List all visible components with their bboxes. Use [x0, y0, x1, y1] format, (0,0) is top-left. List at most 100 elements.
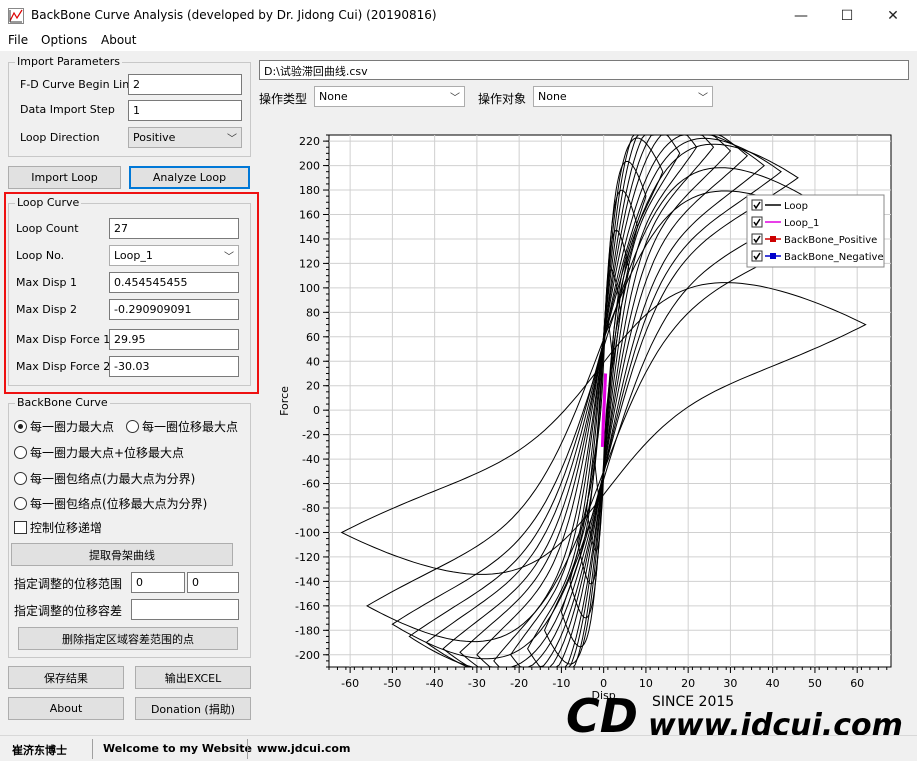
radio-envelope-disp[interactable]: 每一圈包络点(位移最大点为分界): [14, 495, 207, 512]
y-tick-label: 40: [306, 355, 320, 368]
y-tick-label: -200: [295, 649, 320, 662]
y-tick-label: 140: [299, 233, 320, 246]
disp-increase-checkbox[interactable]: 控制位移递增: [14, 519, 102, 536]
chevron-down-icon: ﹀: [224, 252, 234, 263]
radio-envelope-force[interactable]: 每一圈包络点(力最大点为分界): [14, 470, 195, 487]
legend-checkbox[interactable]: [751, 216, 763, 228]
analyze-loop-button[interactable]: Analyze Loop: [129, 166, 250, 189]
tolerance-label: 指定调整的位移容差: [14, 604, 123, 618]
y-tick-label: 200: [299, 160, 320, 173]
chevron-down-icon: ﹀: [698, 93, 708, 104]
radio-dot: [14, 497, 27, 510]
export-excel-button[interactable]: 输出EXCEL: [135, 666, 251, 689]
radio-force-disp-max[interactable]: 每一圈力最大点+位移最大点: [14, 444, 184, 461]
x-tick-label: -50: [383, 677, 401, 690]
legend-checkbox[interactable]: [751, 250, 763, 262]
range-label: 指定调整的位移范围: [14, 577, 123, 591]
status-bar: 崔济东博士 Welcome to my Website www.jdcui.co…: [0, 735, 917, 761]
delete-points-button[interactable]: 删除指定区域容差范围的点: [18, 627, 238, 650]
y-tick-label: 60: [306, 331, 320, 344]
radio-dot: [14, 472, 27, 485]
loop-direction-label: Loop Direction: [20, 131, 100, 144]
legend-label: Loop_1: [784, 218, 819, 229]
loop-direction-select[interactable]: Positive ﹀: [128, 127, 242, 148]
status-welcome: Welcome to my Website: [103, 742, 253, 755]
radio-label: 每一圈包络点(力最大点为分界): [30, 472, 196, 486]
radio-dot: [14, 446, 27, 459]
legend-marker: [770, 253, 776, 259]
import-step-input[interactable]: 1: [128, 100, 242, 121]
max-force1-field[interactable]: 29.95: [109, 329, 239, 350]
op-type-select[interactable]: None ﹀: [314, 86, 465, 107]
maximize-button[interactable]: ☐: [824, 0, 870, 31]
y-axis-label: Force: [278, 386, 291, 416]
y-tick-label: 100: [299, 282, 320, 295]
about-button[interactable]: About: [8, 697, 124, 720]
y-tick-label: -60: [302, 478, 320, 491]
import-parameters-title: Import Parameters: [15, 55, 122, 68]
y-tick-label: 120: [299, 257, 320, 270]
menu-options[interactable]: Options: [41, 33, 87, 47]
range-to-input[interactable]: 0: [187, 572, 239, 593]
legend-label: Loop: [784, 201, 808, 212]
max-force2-label: Max Disp Force 2: [16, 360, 111, 373]
max-disp2-label: Max Disp 2: [16, 303, 77, 316]
x-tick-label: -20: [510, 677, 528, 690]
extract-backbone-button[interactable]: 提取骨架曲线: [11, 543, 233, 566]
legend-label: BackBone_Positive: [784, 235, 877, 246]
radio-dot: [126, 420, 139, 433]
radio-label: 每一圈力最大点: [30, 420, 115, 434]
import-loop-button[interactable]: Import Loop: [8, 166, 121, 189]
logo-text: CD: [566, 689, 638, 740]
y-tick-label: 20: [306, 380, 320, 393]
op-target-label: 操作对象: [478, 92, 527, 106]
chevron-down-icon: ﹀: [450, 93, 460, 104]
radio-label: 每一圈力最大点+位移最大点: [30, 446, 185, 460]
max-disp2-field[interactable]: -0.290909091: [109, 299, 239, 320]
legend-label: BackBone_Negative: [784, 252, 884, 263]
status-author: 崔济东博士: [12, 744, 67, 757]
begin-line-input[interactable]: 2: [128, 74, 242, 95]
donation-button[interactable]: Donation (捐助): [135, 697, 251, 720]
import-step-label: Data Import Step: [20, 103, 115, 116]
loop-count-field[interactable]: 27: [109, 218, 239, 239]
op-type-label: 操作类型: [259, 92, 308, 106]
max-disp1-label: Max Disp 1: [16, 276, 77, 289]
tolerance-input[interactable]: [131, 599, 239, 620]
y-tick-label: -160: [295, 600, 320, 613]
radio-force-max[interactable]: 每一圈力最大点: [14, 418, 114, 435]
y-tick-label: -100: [295, 526, 320, 539]
radio-dot: [14, 420, 27, 433]
y-tick-label: -180: [295, 624, 320, 637]
max-disp1-field[interactable]: 0.454545455: [109, 272, 239, 293]
radio-disp-max[interactable]: 每一圈位移最大点: [126, 418, 238, 435]
y-tick-label: -40: [302, 453, 320, 466]
y-tick-label: 160: [299, 208, 320, 221]
range-from-input[interactable]: 0: [131, 572, 185, 593]
close-button[interactable]: ✕: [870, 0, 916, 31]
y-tick-label: 80: [306, 306, 320, 319]
checkbox-label: 控制位移递增: [30, 521, 103, 535]
menu-file[interactable]: File: [8, 33, 28, 47]
y-tick-label: 220: [299, 135, 320, 148]
max-force1-label: Max Disp Force 1: [16, 333, 111, 346]
begin-line-label: F-D Curve Begin Line: [20, 78, 136, 91]
minimize-button[interactable]: —: [778, 0, 824, 31]
legend-checkbox[interactable]: [751, 199, 763, 211]
loop-no-select[interactable]: Loop_1 ﹀: [109, 245, 239, 266]
op-target-select[interactable]: None ﹀: [533, 86, 713, 107]
chart-svg: -60 -50 -40 -30 -20 -10 0 10 20 30 40 50 60220200180…: [278, 134, 892, 702]
y-tick-label: -140: [295, 575, 320, 588]
menu-about[interactable]: About: [101, 33, 136, 47]
max-force2-field[interactable]: -30.03: [109, 356, 239, 377]
title-bar: BackBone Curve Analysis (developed by Dr…: [0, 0, 917, 31]
y-tick-label: -120: [295, 551, 320, 564]
file-path-field[interactable]: D:\试验滞回曲线.csv: [259, 60, 909, 80]
loop-direction-value: Positive: [133, 131, 176, 144]
hysteresis-chart[interactable]: -60 -50 -40 -30 -20 -10 0 10 20 30 40 50 60 220 200 180…: [257, 113, 917, 733]
legend-checkbox[interactable]: [751, 233, 763, 245]
status-separator: [247, 739, 248, 759]
loop-curve-title: Loop Curve: [15, 196, 82, 209]
jdcui-watermark: CD SINCE 2015 www.jdcui.com: [560, 686, 917, 743]
save-result-button[interactable]: 保存结果: [8, 666, 124, 689]
